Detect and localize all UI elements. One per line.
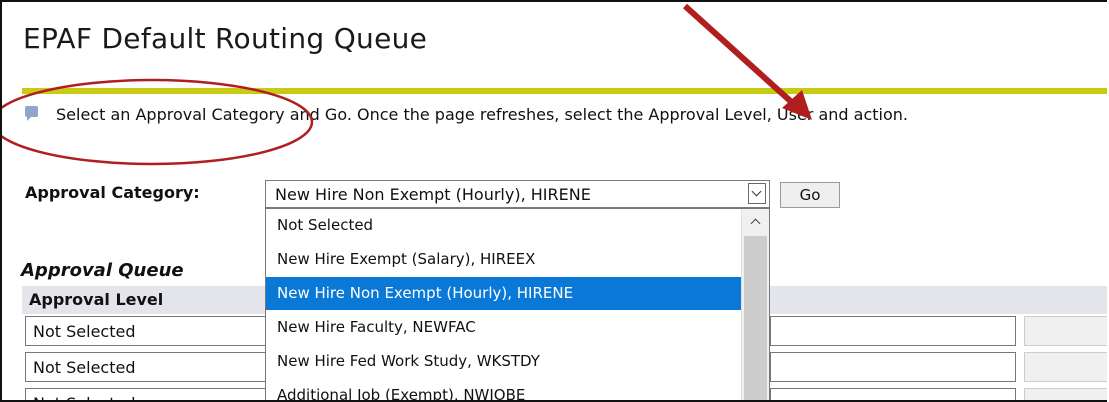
dropdown-option[interactable]: New Hire Fed Work Study, WKSTDY bbox=[266, 345, 742, 378]
approval-queue-title: Approval Queue bbox=[21, 260, 184, 281]
level-value: Not Selected bbox=[33, 358, 136, 377]
action-button[interactable] bbox=[1024, 352, 1107, 382]
action-button[interactable] bbox=[1024, 388, 1107, 400]
level-value: Not Selected bbox=[33, 394, 135, 400]
level-value: Not Selected bbox=[33, 322, 136, 341]
dropdown-scrollbar[interactable] bbox=[741, 209, 769, 400]
dropdown-option[interactable]: Additional Job (Exempt), NWJOBE bbox=[266, 379, 742, 400]
dropdown-option-highlighted[interactable]: New Hire Non Exempt (Hourly), HIRENE bbox=[266, 277, 742, 310]
select-value: New Hire Non Exempt (Hourly), HIRENE bbox=[275, 185, 591, 204]
chevron-up-icon[interactable] bbox=[742, 209, 769, 235]
approval-category-label: Approval Category: bbox=[25, 183, 200, 202]
epaf-page: EPAF Default Routing Queue Select an App… bbox=[0, 0, 1107, 402]
go-button[interactable]: Go bbox=[780, 182, 840, 208]
dropdown-option[interactable]: Not Selected bbox=[266, 209, 742, 242]
approval-category-dropdown[interactable]: Not Selected New Hire Exempt (Salary), H… bbox=[265, 208, 770, 400]
header-approval-level: Approval Level bbox=[29, 290, 164, 309]
approval-level-select[interactable]: Not Selected bbox=[25, 388, 269, 400]
instruction-text: Select an Approval Category and Go. Once… bbox=[56, 105, 908, 124]
chevron-down-icon[interactable] bbox=[748, 183, 766, 204]
action-button[interactable] bbox=[1024, 316, 1107, 346]
approval-category-select[interactable]: New Hire Non Exempt (Hourly), HIRENE bbox=[265, 180, 770, 208]
dropdown-option[interactable]: New Hire Exempt (Salary), HIREEX bbox=[266, 243, 742, 276]
dropdown-option[interactable]: New Hire Faculty, NEWFAC bbox=[266, 311, 742, 344]
user-field[interactable] bbox=[770, 352, 1016, 382]
user-field[interactable] bbox=[770, 316, 1016, 346]
approval-level-select[interactable]: Not Selected bbox=[25, 316, 269, 346]
scroll-thumb[interactable] bbox=[744, 236, 767, 400]
page-title: EPAF Default Routing Queue bbox=[23, 22, 428, 55]
title-rule bbox=[22, 88, 1107, 94]
approval-level-select[interactable]: Not Selected bbox=[25, 352, 269, 382]
user-field[interactable] bbox=[770, 388, 1016, 400]
